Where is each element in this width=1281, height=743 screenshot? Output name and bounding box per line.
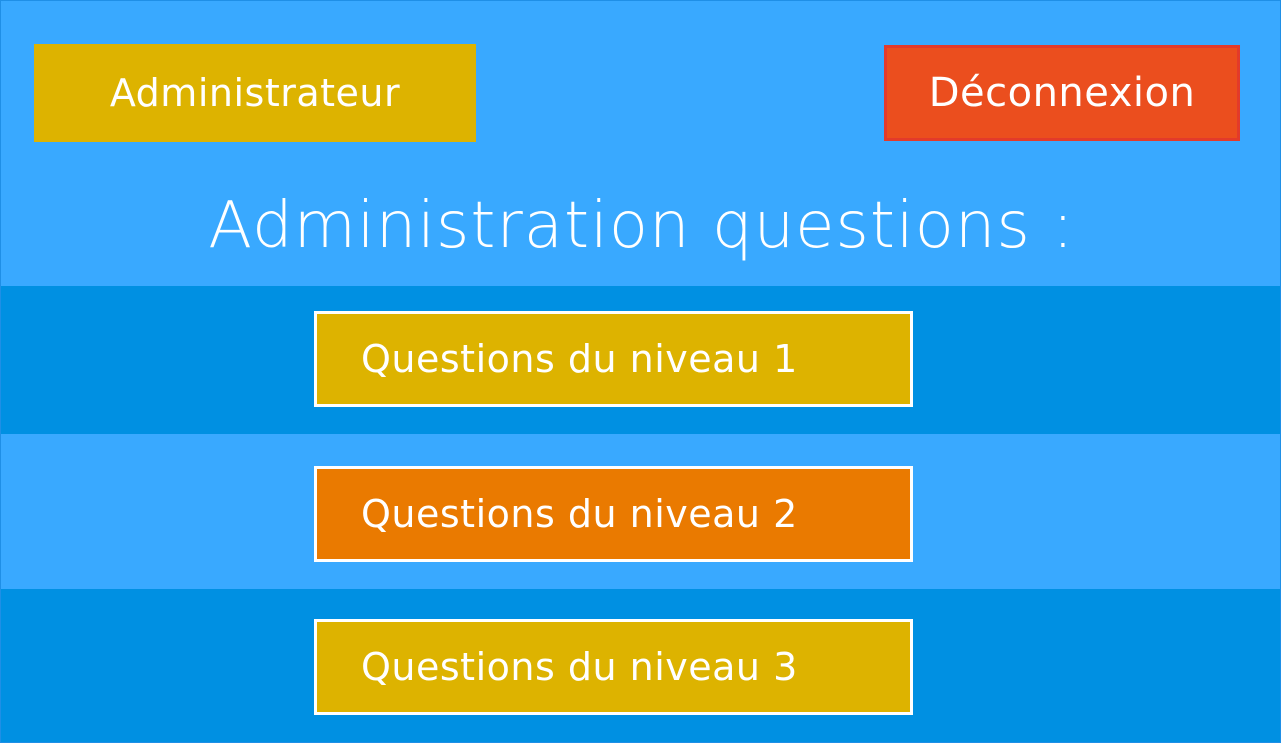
level-1-button[interactable]: Questions du niveau 1 (314, 311, 913, 407)
role-badge: Administrateur (34, 44, 476, 142)
admin-page: Administrateur Déconnexion Administratio… (0, 0, 1281, 743)
level-3-label: Questions du niveau 3 (361, 645, 798, 689)
level-3-button[interactable]: Questions du niveau 3 (314, 619, 913, 715)
logout-label: Déconnexion (928, 70, 1196, 116)
logout-button[interactable]: Déconnexion (884, 45, 1240, 141)
level-2-button[interactable]: Questions du niveau 2 (314, 466, 913, 562)
level-1-label: Questions du niveau 1 (361, 337, 798, 381)
page-title: Administration questions : (208, 189, 1075, 263)
role-label: Administrateur (109, 71, 401, 115)
level-2-label: Questions du niveau 2 (361, 492, 798, 536)
